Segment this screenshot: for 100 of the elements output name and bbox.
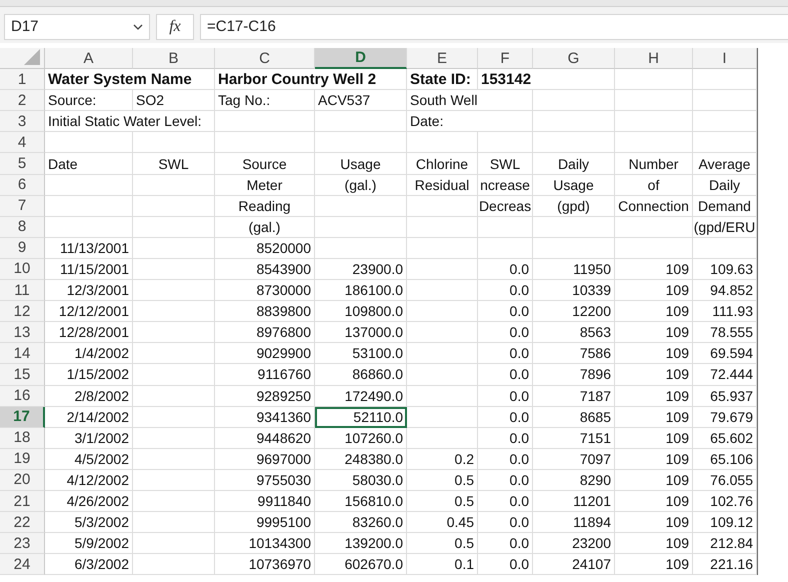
name-box[interactable]: D17: [4, 14, 150, 40]
table-cell: (gal.): [315, 174, 407, 196]
table-cell: 65.106: [693, 448, 757, 470]
table-cell: 8730000: [215, 280, 315, 302]
table-cell: 0.0: [478, 301, 533, 322]
row-header[interactable]: 8: [0, 216, 45, 238]
table-cell: 139200.0: [315, 533, 407, 554]
table-cell: 0.0: [478, 343, 533, 364]
row-header[interactable]: 17: [0, 406, 45, 428]
table-cell: 109: [615, 428, 693, 449]
row-header[interactable]: 18: [0, 428, 45, 449]
table-cell: 7586: [533, 343, 615, 364]
table-cell: Average: [693, 153, 757, 175]
table-cell: 186100.0: [315, 280, 407, 302]
row-header[interactable]: 13: [0, 322, 45, 344]
table-cell: ACV537: [315, 90, 407, 112]
table-cell: Reading: [215, 196, 315, 217]
column-header[interactable]: D: [315, 48, 407, 70]
row-header[interactable]: 10: [0, 258, 45, 280]
table-cell: 9995100: [215, 512, 315, 534]
table-cell: Meter: [215, 174, 315, 196]
table-cell: 4/12/2002: [45, 470, 133, 491]
table-cell: 7187: [533, 386, 615, 407]
row-header[interactable]: 16: [0, 386, 45, 407]
row-header[interactable]: 4: [0, 132, 45, 154]
table-cell: 1/4/2002: [45, 343, 133, 364]
row-header[interactable]: 2: [0, 90, 45, 112]
row-header[interactable]: 15: [0, 364, 45, 386]
row-header[interactable]: 1: [0, 69, 45, 90]
table-cell: (gpd): [533, 196, 615, 217]
table-cell: 0.0: [478, 533, 533, 554]
row-header[interactable]: 7: [0, 196, 45, 217]
table-cell: 9029900: [215, 343, 315, 364]
select-all-button[interactable]: [0, 48, 45, 70]
column-header[interactable]: H: [615, 48, 693, 70]
table-cell: 9341360: [215, 406, 315, 428]
row-header[interactable]: 21: [0, 490, 45, 512]
row-header[interactable]: 24: [0, 554, 45, 576]
table-cell: 11/13/2001: [45, 238, 133, 259]
table-cell: Date: [45, 153, 133, 175]
row-header[interactable]: 23: [0, 533, 45, 554]
table-cell: 111.93: [693, 301, 757, 322]
table-cell: 58030.0: [315, 470, 407, 491]
insert-function-button[interactable]: fx: [156, 14, 194, 40]
table-cell: 10134300: [215, 533, 315, 554]
table-cell: 0.5: [407, 470, 478, 491]
table-cell: 12/12/2001: [45, 301, 133, 322]
table-cell: 0.5: [407, 490, 478, 512]
table-cell: 7151: [533, 428, 615, 449]
table-cell: 0.5: [407, 533, 478, 554]
table-cell: 0.45: [407, 512, 478, 534]
table-cell: 0.0: [478, 258, 533, 280]
row-header[interactable]: 6: [0, 174, 45, 196]
table-cell: South Well: [407, 90, 533, 112]
table-cell: 78.555: [693, 322, 757, 344]
table-cell: of: [615, 174, 693, 196]
table-cell: 212.84: [693, 533, 757, 554]
table-cell: 5/9/2002: [45, 533, 133, 554]
column-header[interactable]: B: [133, 48, 215, 70]
table-cell: 9911840: [215, 490, 315, 512]
table-cell: 86860.0: [315, 364, 407, 386]
table-cell: 109: [615, 386, 693, 407]
table-cell: 11/15/2001: [45, 258, 133, 280]
table-cell: 109: [615, 258, 693, 280]
table-cell: 94.852: [693, 280, 757, 302]
row-header[interactable]: 11: [0, 280, 45, 302]
table-cell: Harbor Country Well 2: [215, 69, 407, 90]
table-cell: 0.0: [478, 448, 533, 470]
table-cell: Source:: [45, 90, 133, 112]
row-header[interactable]: 9: [0, 238, 45, 259]
column-header[interactable]: F: [478, 48, 533, 70]
table-cell: 3/1/2002: [45, 428, 133, 449]
column-header[interactable]: C: [215, 48, 315, 70]
table-cell: 0.0: [478, 280, 533, 302]
column-header[interactable]: E: [407, 48, 478, 70]
table-cell: Chlorine: [407, 153, 478, 175]
formula-field[interactable]: =C17-C16: [200, 14, 788, 40]
row-header[interactable]: 12: [0, 301, 45, 322]
table-cell: 0.0: [478, 322, 533, 344]
table-cell: 7896: [533, 364, 615, 386]
table-cell: 109: [615, 470, 693, 491]
row-header[interactable]: 5: [0, 153, 45, 175]
row-header[interactable]: 3: [0, 111, 45, 132]
row-header[interactable]: 22: [0, 512, 45, 534]
table-cell: 8839800: [215, 301, 315, 322]
row-header[interactable]: 19: [0, 448, 45, 470]
column-header[interactable]: I: [693, 48, 757, 70]
table-cell: SO2: [133, 90, 215, 112]
table-cell: Date:: [407, 111, 533, 132]
row-header[interactable]: 20: [0, 470, 45, 491]
table-cell: 8290: [533, 470, 615, 491]
row-header[interactable]: 14: [0, 343, 45, 364]
table-cell: Tag No.:: [215, 90, 315, 112]
column-header[interactable]: G: [533, 48, 615, 70]
table-cell: 83260.0: [315, 512, 407, 534]
table-cell: 53100.0: [315, 343, 407, 364]
table-cell: 248380.0: [315, 448, 407, 470]
column-header[interactable]: A: [45, 48, 133, 70]
table-cell: 109: [615, 322, 693, 344]
table-cell: 11201: [533, 490, 615, 512]
